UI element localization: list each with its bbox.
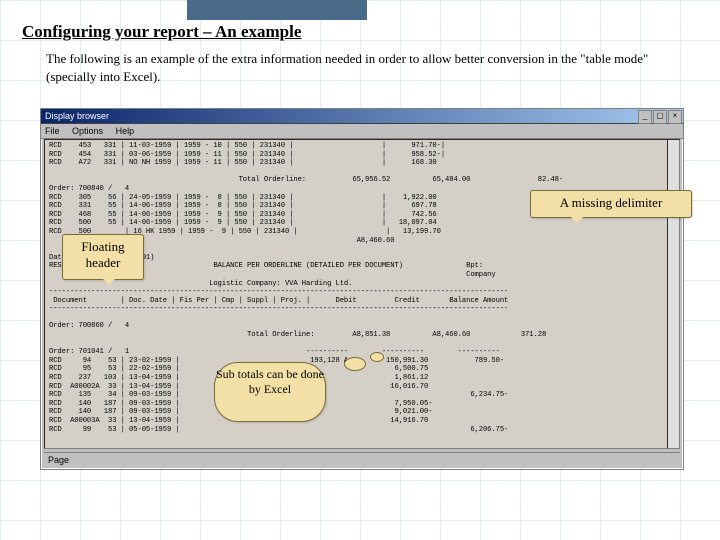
vertical-scrollbar[interactable] xyxy=(667,139,680,449)
menu-file[interactable]: File xyxy=(45,126,60,136)
close-button[interactable]: × xyxy=(668,110,682,124)
callout-missing-delimiter: A missing delimiter xyxy=(530,190,692,218)
display-browser-window: Display browser _ ▢ × File Options Help … xyxy=(40,108,684,470)
window-menubar: File Options Help xyxy=(41,124,683,139)
status-bar: Page xyxy=(44,452,680,467)
report-viewport: RCD 453 331 | 11-03-1959 | 1959 - 10 | 5… xyxy=(44,139,669,449)
minimize-button[interactable]: _ xyxy=(638,110,652,124)
callout-floating-header: Floating header xyxy=(62,234,144,280)
menu-options[interactable]: Options xyxy=(72,126,103,136)
callout-subtotals: Sub totals can be done by Excel xyxy=(214,362,326,422)
menu-help[interactable]: Help xyxy=(116,126,135,136)
thought-bubble-dot xyxy=(344,357,366,371)
page-title: Configuring your report – An example xyxy=(22,22,301,42)
page-intro: The following is an example of the extra… xyxy=(46,50,676,85)
window-titlebar[interactable]: Display browser _ ▢ × xyxy=(41,109,683,124)
window-title-text: Display browser xyxy=(45,109,109,123)
maximize-button[interactable]: ▢ xyxy=(653,110,667,124)
slide-header-bar xyxy=(187,0,367,20)
thought-bubble-dot xyxy=(370,352,384,362)
report-text: RCD 453 331 | 11-03-1959 | 1959 - 10 | 5… xyxy=(45,140,668,436)
